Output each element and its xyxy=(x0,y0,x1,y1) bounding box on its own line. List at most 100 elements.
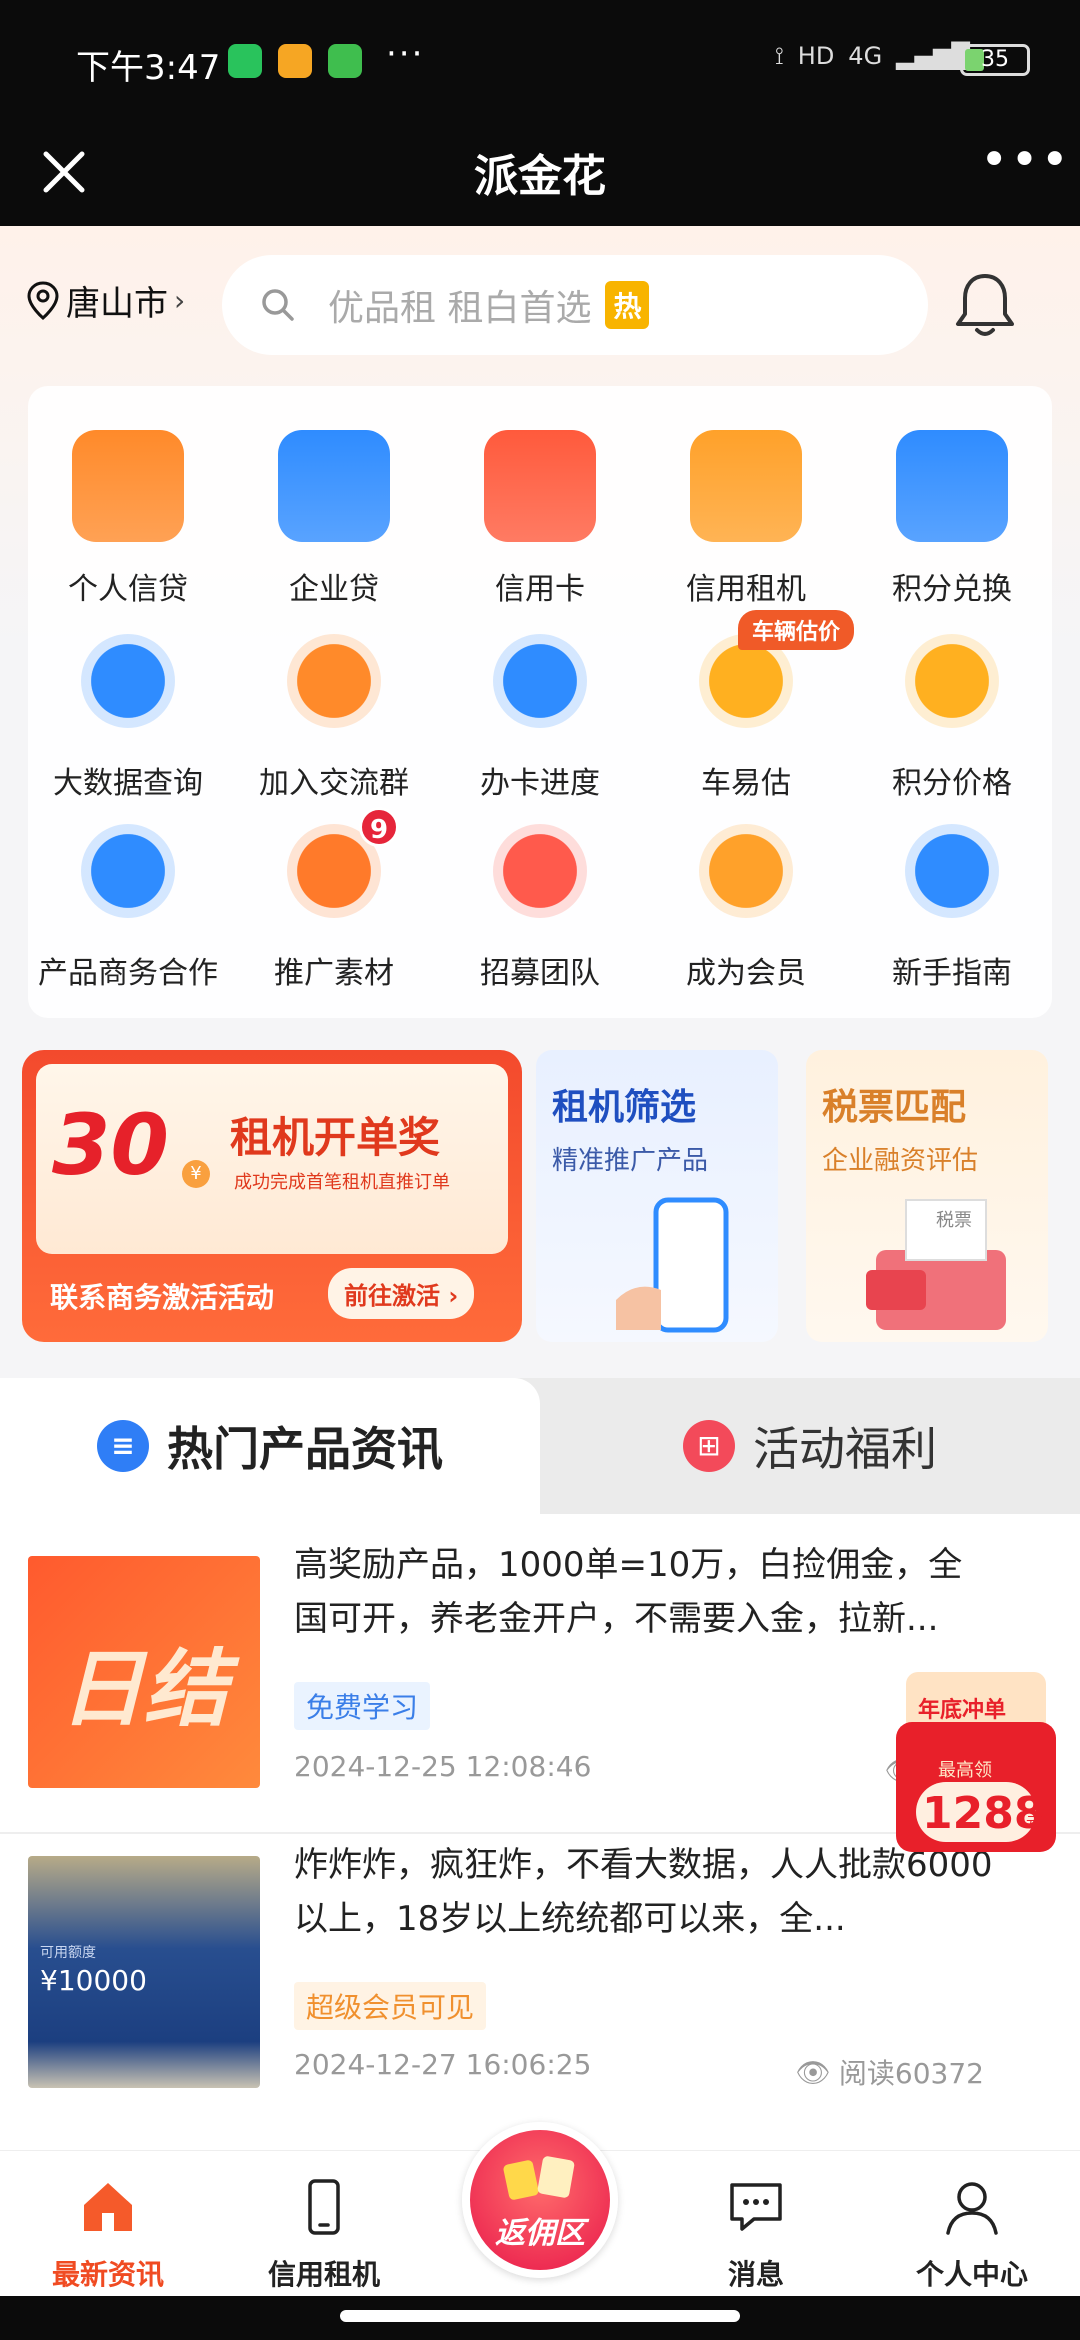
grid-item-8[interactable]: 办卡进度 xyxy=(440,626,640,802)
phone-rent-icon xyxy=(690,430,802,542)
arrow-circle-icon: › xyxy=(448,1282,459,1310)
credit-card-icon xyxy=(484,430,596,542)
card-progress-icon xyxy=(493,634,587,728)
grid-item-12[interactable]: 推广素材 xyxy=(234,816,434,992)
grid-item-1[interactable]: 个人信贷 xyxy=(28,430,228,608)
float-badge-top: 年底冲单 xyxy=(918,1698,1007,1723)
grid-item-15[interactable]: 新手指南 xyxy=(852,816,1052,992)
hd-icon: HD xyxy=(797,42,835,70)
article-item[interactable]: 可用额度 ¥10000 炸炸炸，疯狂炸，不看大数据，人人批款6000以上，18岁… xyxy=(0,1834,1080,2154)
nav-messages[interactable]: 消息 xyxy=(656,2175,856,2293)
read-count-text: 阅读60372 xyxy=(838,2057,984,2090)
rebate-zone-label: 返佣区 xyxy=(495,2216,585,2251)
nav-latest-news[interactable]: 最新资讯 xyxy=(8,2175,208,2293)
home-icon xyxy=(84,2183,132,2231)
hot-badge: 热 xyxy=(605,281,650,329)
promo-banner[interactable]: 30 ¥ 租机开单奖 成功完成首笔租机直推订单 联系商务激活活动 前往激活 › xyxy=(22,1050,522,1342)
nav-label: 个人中心 xyxy=(915,2258,1028,2291)
promo-amount: 30 xyxy=(52,1096,169,1194)
grid-item-label: 推广素材 xyxy=(274,956,394,991)
tab-label: 热门产品资讯 xyxy=(167,1422,443,1476)
article-title: 高奖励产品，1000单=10万，白捡佣金，全国可开，养老金开户，不需要入金，拉新… xyxy=(294,1545,963,1639)
grid-item-label: 招募团队 xyxy=(480,956,600,991)
grid-item-7[interactable]: 加入交流群 xyxy=(234,626,434,802)
diamond-icon xyxy=(699,824,793,918)
tax-label: 税票 xyxy=(936,1210,972,1231)
phone-filter-subtitle: 精准推广产品 xyxy=(552,1146,709,1176)
rebate-zone-button[interactable]: 返佣区 xyxy=(462,2122,618,2278)
tab-hot-products[interactable]: ≡ 热门产品资讯 xyxy=(0,1378,540,1514)
points-exchange-icon xyxy=(896,430,1008,542)
grid-item-label: 积分价格 xyxy=(892,766,1012,801)
grid-item-2[interactable]: 企业贷 xyxy=(234,430,434,608)
float-badge-unit: 元 xyxy=(1026,1815,1040,1831)
recruit-team-icon xyxy=(493,824,587,918)
phone-icon xyxy=(308,2179,340,2235)
nav-profile[interactable]: 个人中心 xyxy=(872,2175,1072,2293)
article-tag: 免费学习 xyxy=(294,1682,431,1730)
article-tag: 超级会员可见 xyxy=(294,1982,487,2030)
battery-level: 35 xyxy=(981,47,1009,72)
float-badge-label: 最高领 xyxy=(938,1760,992,1781)
year-end-bonus-badge[interactable]: 年底冲单 最高领 1288 元 xyxy=(876,1652,1076,1862)
nav-credit-rent[interactable]: 信用租机 xyxy=(224,2175,424,2293)
promo-subtitle: 成功完成首笔租机直推订单 xyxy=(234,1172,450,1193)
grid-item-5[interactable]: 积分兑换 xyxy=(852,430,1052,608)
chat-group-icon xyxy=(287,634,381,728)
nav-label: 信用租机 xyxy=(267,2258,380,2291)
nav-label: 消息 xyxy=(727,2258,784,2291)
grid-item-label: 信用租机 xyxy=(686,572,806,607)
tax-match-card[interactable]: 税票匹配 企业融资评估 税票 xyxy=(806,1050,1048,1342)
status-bar: 下午3:47 ··· ⟟ HD 4G ▂▄▆█ 35 xyxy=(0,0,1080,120)
grid-item-label: 产品商务合作 xyxy=(38,956,218,991)
thumb-text: ¥10000 xyxy=(40,1964,147,1997)
grid-item-14[interactable]: 成为会员 xyxy=(646,816,846,992)
activate-button[interactable]: 前往激活 › xyxy=(328,1268,475,1319)
status-time: 下午3:47 xyxy=(76,48,221,88)
star-price-icon xyxy=(905,634,999,728)
location-pin-icon xyxy=(27,280,59,320)
yen-icon: ¥ xyxy=(182,1160,210,1188)
grid-item-9[interactable]: 车易估 xyxy=(646,626,846,802)
grid-item-4[interactable]: 信用租机 xyxy=(646,430,846,608)
tab-activity-benefits[interactable]: ⊞ 活动福利 xyxy=(540,1378,1080,1514)
tax-match-subtitle: 企业融资评估 xyxy=(822,1146,979,1176)
more-options-icon[interactable]: ••• xyxy=(980,136,1069,200)
grid-item-label: 加入交流群 xyxy=(259,766,409,801)
status-indicators: ⟟ HD 4G ▂▄▆█ xyxy=(775,42,970,70)
network-type: 4G xyxy=(848,42,883,70)
grid-item-label: 信用卡 xyxy=(495,572,585,607)
read-count: 👁 阅读60372 xyxy=(795,2052,984,2092)
signal-weak-icon: ⟟ xyxy=(774,42,784,70)
phone-filter-card[interactable]: 租机筛选 精准推广产品 xyxy=(536,1050,778,1342)
grid-item-label: 成为会员 xyxy=(686,956,806,991)
profile-icon xyxy=(946,2182,998,2235)
city-name: 唐山市 xyxy=(66,284,168,324)
title-bar: 派金花 ••• xyxy=(0,120,1080,226)
notification-count-badge: 9 xyxy=(359,807,399,847)
search-bar[interactable]: 优品租 租白首选 热 xyxy=(222,255,928,355)
battery-icon: 35 xyxy=(960,44,1030,76)
help-guide-icon xyxy=(905,824,999,918)
home-indicator[interactable] xyxy=(340,2310,740,2322)
document-icon: ≡ xyxy=(97,1420,149,1472)
wechat-icon xyxy=(228,44,262,78)
building-icon xyxy=(278,430,390,542)
city-selector[interactable]: 唐山市 › xyxy=(26,276,185,325)
grid-item-10[interactable]: 积分价格 xyxy=(852,626,1052,802)
bell-icon[interactable] xyxy=(952,270,1018,340)
grid-item-11[interactable]: 产品商务合作 xyxy=(28,816,228,992)
article-date: 2024-12-27 16:06:25 xyxy=(294,2048,592,2081)
phone-hand-icon xyxy=(616,1197,729,1333)
chevron-right-icon: › xyxy=(174,284,186,317)
article-thumbnail: 可用额度 ¥10000 xyxy=(28,1856,260,2088)
grid-item-6[interactable]: 大数据查询 xyxy=(28,626,228,802)
phone-filter-title: 租机筛选 xyxy=(552,1087,697,1128)
article-date: 2024-12-25 12:08:46 xyxy=(294,1750,592,1783)
tab-label: 活动福利 xyxy=(753,1422,937,1476)
signal-icon: ▂▄▆█ xyxy=(896,42,970,70)
rebate-icon xyxy=(503,2156,575,2200)
thumb-small-text: 可用额度 xyxy=(40,1945,96,1961)
grid-item-13[interactable]: 招募团队 xyxy=(440,816,640,992)
grid-item-3[interactable]: 信用卡 xyxy=(440,430,640,608)
